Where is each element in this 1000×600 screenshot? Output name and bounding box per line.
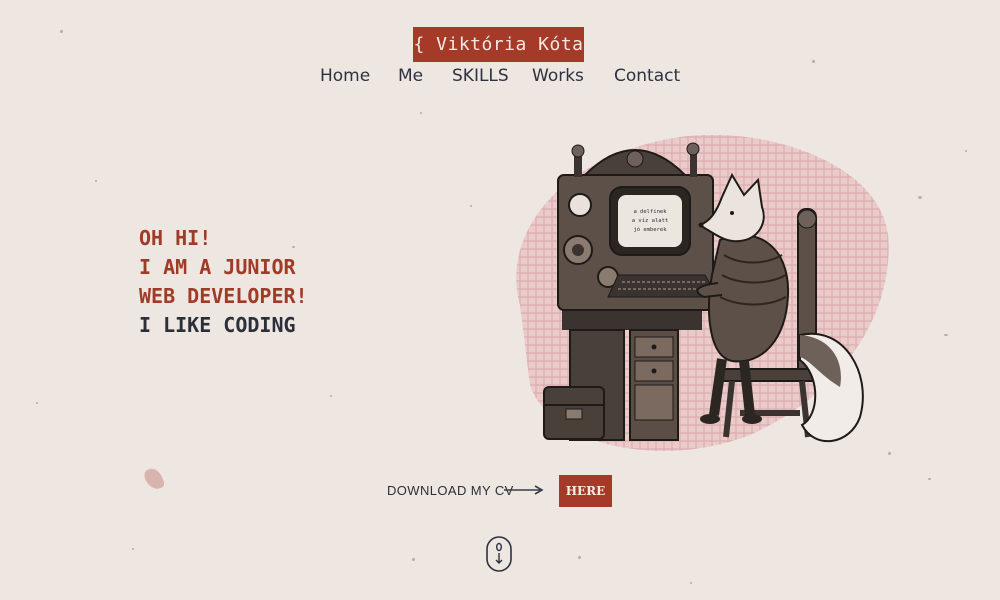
hero-role-line1: I AM A JUNIOR [139,255,296,279]
hero-role-line2: WEB DEVELOPER! [139,284,308,308]
screen-text-line2: a víz alatt [632,217,668,224]
fox-computer-illustration: a delfinek a víz alatt jó emberek [516,134,889,451]
hero-greeting: OH HI! [139,226,212,250]
nav-item-works[interactable]: Works [532,66,614,86]
nav-item-me[interactable]: Me [398,66,452,86]
nav-item-contact[interactable]: Contact [614,66,680,86]
main-nav: Home Me SKILLS Works Contact [320,66,680,86]
download-cv-label: DOWNLOAD MY CV [387,483,514,498]
hero-tagline: I LIKE CODING [139,313,296,337]
hero-text: OH HI! I AM A JUNIOR WEB DEVELOPER! I LI… [139,224,308,340]
long-right-arrow-icon [504,485,544,495]
nav-item-skills[interactable]: SKILLS [452,66,532,86]
nav-item-home[interactable]: Home [320,66,398,86]
mouse-scroll-icon[interactable] [484,534,514,574]
screen-text-line3: jó emberek [633,226,667,233]
download-cv-button[interactable]: HERE [559,475,612,507]
screen-text-line1: a delfinek [633,209,667,215]
site-logo[interactable]: { Viktória Kóta } [413,27,584,90]
